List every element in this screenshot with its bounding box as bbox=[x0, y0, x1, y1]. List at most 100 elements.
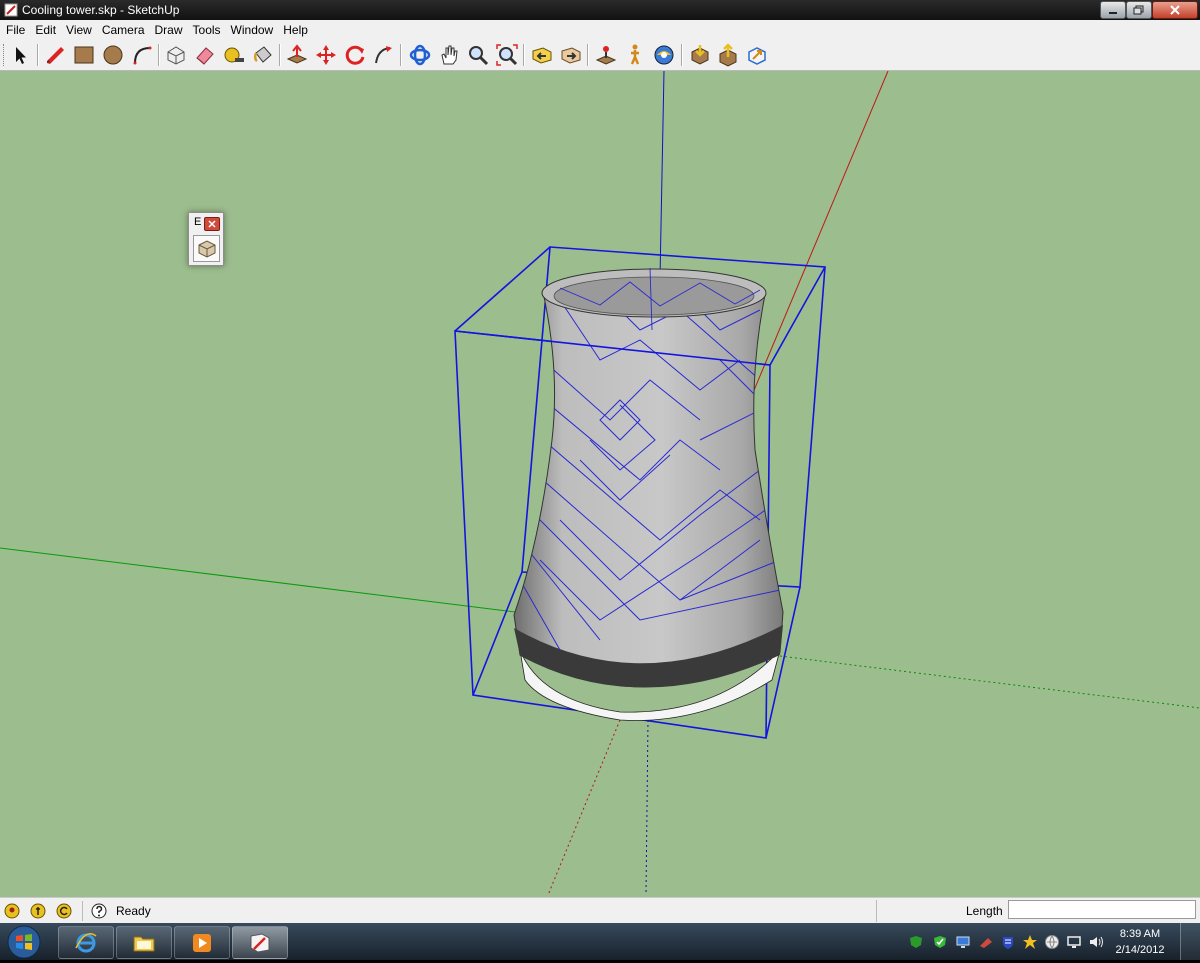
pan-tool[interactable] bbox=[437, 43, 461, 67]
bluetooth-tray-icon[interactable] bbox=[978, 934, 994, 950]
pencil-icon bbox=[47, 47, 64, 64]
restore-button[interactable] bbox=[1126, 1, 1152, 19]
network-shield-icon[interactable] bbox=[908, 934, 924, 950]
pencil-tool[interactable] bbox=[43, 43, 67, 67]
pan-icon bbox=[441, 45, 458, 65]
toolbar-separator bbox=[37, 44, 39, 66]
taskbar-sketchup[interactable] bbox=[232, 926, 288, 959]
push-pull-icon bbox=[286, 44, 308, 64]
cooling-tower-model[interactable] bbox=[513, 267, 784, 721]
make-component-tool[interactable] bbox=[164, 43, 188, 67]
rectangle-tool[interactable] bbox=[72, 43, 96, 67]
menu-camera[interactable]: Camera bbox=[97, 23, 150, 37]
windows-logo-icon bbox=[7, 925, 41, 959]
component-button[interactable] bbox=[193, 235, 220, 262]
sketchup-icon bbox=[250, 933, 270, 953]
toolbar-separator bbox=[400, 44, 402, 66]
follow-me-tool[interactable] bbox=[372, 43, 396, 67]
model-viewport[interactable]: E bbox=[0, 71, 1200, 897]
display-settings-icon[interactable] bbox=[955, 934, 971, 950]
arc-tool[interactable] bbox=[130, 43, 154, 67]
previous-view-tool[interactable] bbox=[530, 43, 554, 67]
google-earth-icon bbox=[748, 47, 766, 65]
move-tool[interactable] bbox=[314, 43, 338, 67]
taskbar-internet-explorer[interactable] bbox=[58, 926, 114, 959]
walk-icon bbox=[630, 44, 640, 65]
rotate-tool[interactable] bbox=[343, 43, 367, 67]
make-component-icon bbox=[167, 46, 185, 65]
taskbar-media-player[interactable] bbox=[174, 926, 230, 959]
select-tool[interactable] bbox=[9, 43, 33, 67]
rectangle-icon bbox=[74, 46, 94, 64]
help-icon[interactable] bbox=[91, 903, 107, 919]
zoom-tool[interactable] bbox=[466, 43, 490, 67]
circle-tool[interactable] bbox=[101, 43, 125, 67]
previous-view-icon bbox=[532, 47, 552, 64]
menu-window[interactable]: Window bbox=[226, 23, 279, 37]
walk-tool[interactable] bbox=[623, 43, 647, 67]
sketchup-app-icon bbox=[4, 3, 18, 17]
clock-time[interactable]: 8:39 AM bbox=[1110, 928, 1170, 940]
tape-measure-tool[interactable] bbox=[222, 43, 246, 67]
palette-close-button[interactable] bbox=[204, 217, 220, 231]
close-icon bbox=[1170, 5, 1180, 15]
menu-file[interactable]: File bbox=[0, 23, 30, 37]
push-pull-tool[interactable] bbox=[285, 43, 309, 67]
menu-help[interactable]: Help bbox=[278, 23, 313, 37]
taskbar-file-explorer[interactable] bbox=[116, 926, 172, 959]
main-toolbar bbox=[0, 40, 1200, 71]
paint-bucket-icon bbox=[253, 46, 272, 63]
security-shield-icon[interactable] bbox=[932, 934, 948, 950]
network-icon[interactable] bbox=[1066, 934, 1082, 950]
status-message: Ready bbox=[116, 904, 151, 918]
zoom-extents-tool[interactable] bbox=[495, 43, 519, 67]
minimize-button[interactable] bbox=[1100, 1, 1126, 19]
get-models-tool[interactable] bbox=[688, 43, 712, 67]
paint-bucket-tool[interactable] bbox=[251, 43, 275, 67]
blue-axis-negative bbox=[645, 719, 649, 896]
orbit-tool[interactable] bbox=[408, 43, 432, 67]
status-separator bbox=[82, 901, 83, 921]
eraser-icon bbox=[196, 47, 214, 65]
geo-location-icon[interactable] bbox=[4, 903, 20, 919]
media-player-icon bbox=[193, 934, 211, 952]
menu-tools[interactable]: Tools bbox=[188, 23, 226, 37]
toolbar-grip[interactable] bbox=[3, 44, 7, 66]
next-view-tool[interactable] bbox=[559, 43, 583, 67]
minimize-icon bbox=[1109, 12, 1117, 14]
measurements-input[interactable] bbox=[1008, 900, 1196, 919]
update-globe-icon[interactable] bbox=[1044, 934, 1060, 950]
copyright-icon[interactable] bbox=[56, 903, 72, 919]
tape-measure-icon bbox=[224, 47, 244, 63]
components-mini-palette[interactable]: E bbox=[188, 212, 224, 266]
google-earth-tool[interactable] bbox=[745, 43, 769, 67]
menu-draw[interactable]: Draw bbox=[150, 23, 188, 37]
toolbar-separator bbox=[681, 44, 683, 66]
arc-icon bbox=[133, 46, 152, 65]
circle-icon bbox=[103, 45, 123, 65]
zoom-icon bbox=[469, 46, 489, 66]
position-camera-tool[interactable] bbox=[594, 43, 618, 67]
share-model-tool[interactable] bbox=[716, 43, 740, 67]
clock-date[interactable]: 2/14/2012 bbox=[1110, 944, 1170, 956]
credits-icon[interactable] bbox=[30, 903, 46, 919]
look-around-tool[interactable] bbox=[652, 43, 676, 67]
menu-edit[interactable]: Edit bbox=[30, 23, 61, 37]
internet-explorer-icon bbox=[75, 933, 97, 953]
status-bar: Ready Length bbox=[0, 897, 1200, 924]
toolbar-separator bbox=[587, 44, 589, 66]
red-axis bbox=[751, 71, 889, 396]
green-axis-negative bbox=[779, 655, 1200, 709]
select-icon bbox=[16, 47, 26, 64]
favorites-star-icon[interactable] bbox=[1022, 934, 1038, 950]
toolbar-separator bbox=[523, 44, 525, 66]
menu-view[interactable]: View bbox=[61, 23, 97, 37]
volume-icon[interactable] bbox=[1088, 934, 1104, 950]
antivirus-icon[interactable] bbox=[1000, 934, 1016, 950]
measurements-label: Length bbox=[966, 904, 1003, 918]
start-button[interactable] bbox=[4, 924, 44, 960]
green-axis bbox=[0, 547, 516, 613]
show-desktop-button[interactable] bbox=[1180, 923, 1200, 960]
close-button[interactable] bbox=[1152, 1, 1198, 19]
eraser-tool[interactable] bbox=[193, 43, 217, 67]
